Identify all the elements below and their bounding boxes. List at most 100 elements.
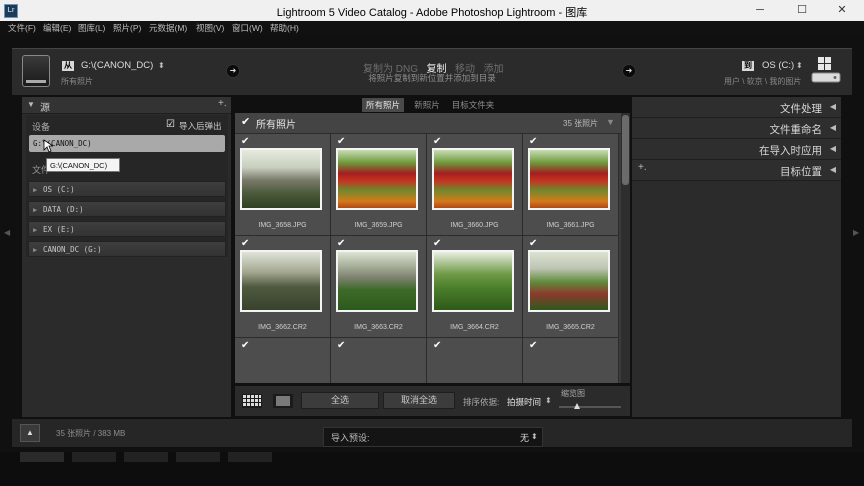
eject-checkbox[interactable]: ☑ bbox=[166, 119, 175, 130]
add-folder-icon[interactable]: +. bbox=[638, 162, 647, 173]
filmstrip-thumbnail[interactable] bbox=[176, 452, 220, 462]
source-panel-header[interactable]: ▼ 源 +. bbox=[22, 97, 231, 114]
photo-thumbnail bbox=[240, 148, 322, 210]
select-all-checkbox[interactable]: ✔ bbox=[241, 115, 250, 128]
left-panel-toggle-icon[interactable]: ◀ bbox=[4, 228, 10, 237]
photo-checkbox-icon[interactable]: ✔ bbox=[529, 340, 537, 351]
filmstrip-thumbnail[interactable] bbox=[228, 452, 272, 462]
photo-cell[interactable]: ✔ IMG_3663.CR2 bbox=[331, 236, 427, 338]
device-tooltip: G:\(CANON_DC) bbox=[46, 158, 120, 172]
sort-dropdown[interactable]: 拍摄时间 bbox=[507, 396, 541, 408]
grid-scrollbar[interactable] bbox=[621, 113, 630, 383]
slider-handle-icon[interactable] bbox=[574, 403, 580, 409]
eject-after-import-label: 导入后弹出 bbox=[179, 121, 222, 131]
file-handling-panel[interactable]: 文件处理 ◀ bbox=[632, 97, 841, 118]
drive-label: DATA (D:) bbox=[43, 205, 84, 214]
photo-checkbox-icon[interactable]: ✔ bbox=[529, 238, 537, 249]
tab-new-photos[interactable]: 新照片 bbox=[410, 98, 444, 112]
destination-panel[interactable]: +. 目标位置 ◀ bbox=[632, 160, 841, 181]
add-source-button[interactable]: +. bbox=[218, 98, 227, 109]
selected-device-row[interactable]: G:\(CANON_DC) bbox=[29, 135, 225, 152]
source-dropdown-icon[interactable]: ⬍ bbox=[158, 61, 165, 70]
menu-library[interactable]: 图库(L) bbox=[78, 22, 105, 34]
drive-row-ex[interactable]: ▶ EX (E:) bbox=[28, 221, 226, 237]
photo-filename: IMG_3663.CR2 bbox=[354, 324, 403, 331]
menu-edit[interactable]: 编辑(E) bbox=[43, 22, 71, 34]
grid-view-icon[interactable] bbox=[242, 394, 262, 408]
photo-cell[interactable]: ✔ IMG_3662.CR2 bbox=[235, 236, 331, 338]
import-preset-label: 导入预设: bbox=[331, 433, 370, 443]
menu-view[interactable]: 视图(V) bbox=[196, 22, 224, 34]
grid-options-icon[interactable]: ▼ bbox=[606, 117, 615, 127]
photo-checkbox-icon[interactable]: ✔ bbox=[433, 340, 441, 351]
expand-up-icon[interactable]: ▲ bbox=[20, 424, 40, 442]
photo-checkbox-icon[interactable]: ✔ bbox=[433, 136, 441, 147]
photo-cell[interactable]: ✔ IMG_3664.CR2 bbox=[427, 236, 523, 338]
photo-cell[interactable]: ✔ IMG_3660.JPG bbox=[427, 134, 523, 236]
photo-filename: IMG_3661.JPG bbox=[546, 222, 595, 229]
deselect-all-button[interactable]: 取消全选 bbox=[383, 392, 455, 409]
view-tabs: 所有照片 新照片 目标文件夹 bbox=[362, 98, 498, 112]
maximize-button[interactable]: ☐ bbox=[782, 1, 822, 19]
destination-selector[interactable]: OS (C:) bbox=[762, 60, 794, 71]
photo-checkbox-icon[interactable]: ✔ bbox=[337, 238, 345, 249]
filmstrip-thumbnail[interactable] bbox=[20, 452, 64, 462]
menu-metadata[interactable]: 元数据(M) bbox=[149, 22, 187, 34]
scrollbar-thumb[interactable] bbox=[622, 115, 629, 185]
menu-photo[interactable]: 照片(P) bbox=[113, 22, 141, 34]
drive-row-os[interactable]: ▶ OS (C:) bbox=[28, 181, 226, 197]
right-panel: 文件处理 ◀ 文件重命名 ◀ 在导入时应用 ◀ +. 目标位置 ◀ bbox=[632, 97, 841, 417]
panel-title: 文件处理 bbox=[780, 103, 822, 115]
photo-cell[interactable]: ✔ bbox=[235, 338, 331, 383]
select-all-button[interactable]: 全选 bbox=[301, 392, 379, 409]
menu-file[interactable]: 文件(F) bbox=[8, 22, 36, 34]
filmstrip-thumbnail[interactable] bbox=[72, 452, 116, 462]
photo-cell[interactable]: ✔ IMG_3659.JPG bbox=[331, 134, 427, 236]
photo-cell[interactable]: ✔ bbox=[523, 338, 619, 383]
minimize-button[interactable]: ─ bbox=[740, 1, 780, 19]
mouse-cursor-icon bbox=[43, 139, 53, 153]
photo-cell[interactable]: ✔ IMG_3661.JPG bbox=[523, 134, 619, 236]
expand-triangle-icon: ▶ bbox=[33, 186, 38, 194]
panel-title: 在导入时应用 bbox=[759, 145, 822, 157]
filmstrip-thumbnail[interactable] bbox=[124, 452, 168, 462]
photo-checkbox-icon[interactable]: ✔ bbox=[529, 136, 537, 147]
thumbnail-size-slider[interactable] bbox=[559, 406, 621, 408]
photo-checkbox-icon[interactable]: ✔ bbox=[241, 238, 249, 249]
from-badge: 从 bbox=[62, 61, 74, 71]
photo-checkbox-icon[interactable]: ✔ bbox=[241, 136, 249, 147]
photo-cell[interactable]: ✔ IMG_3658.JPG bbox=[235, 134, 331, 236]
photo-cell[interactable]: ✔ bbox=[331, 338, 427, 383]
loupe-view-icon[interactable] bbox=[273, 394, 293, 408]
file-renaming-panel[interactable]: 文件重命名 ◀ bbox=[632, 118, 841, 139]
collapsed-triangle-icon: ◀ bbox=[829, 123, 836, 132]
destination-dropdown-icon[interactable]: ⬍ bbox=[796, 61, 803, 70]
preset-dropdown-icon[interactable]: ⬍ bbox=[531, 432, 538, 441]
sort-dropdown-icon[interactable]: ⬍ bbox=[545, 396, 552, 405]
apply-during-import-panel[interactable]: 在导入时应用 ◀ bbox=[632, 139, 841, 160]
import-preset-dropdown[interactable]: 无 bbox=[520, 431, 529, 444]
tab-all-photos[interactable]: 所有照片 bbox=[362, 98, 404, 112]
photo-thumbnail bbox=[432, 148, 514, 210]
drive-label: EX (E:) bbox=[43, 225, 75, 234]
devices-label: 设备 bbox=[32, 122, 51, 132]
menu-help[interactable]: 帮助(H) bbox=[270, 22, 299, 34]
right-panel-toggle-icon[interactable]: ▶ bbox=[853, 228, 859, 237]
source-selector[interactable]: G:\(CANON_DC) bbox=[81, 60, 153, 71]
close-button[interactable]: ✕ bbox=[822, 1, 862, 19]
sort-label: 排序依据: bbox=[463, 397, 500, 407]
photo-checkbox-icon[interactable]: ✔ bbox=[241, 340, 249, 351]
photo-cell[interactable]: ✔ IMG_3665.CR2 bbox=[523, 236, 619, 338]
photo-checkbox-icon[interactable]: ✔ bbox=[433, 238, 441, 249]
drive-row-canon[interactable]: ▶ CANON_DC (G:) bbox=[28, 241, 226, 257]
photo-filename: IMG_3664.CR2 bbox=[450, 324, 499, 331]
menu-window[interactable]: 窗口(W) bbox=[232, 22, 263, 34]
photo-checkbox-icon[interactable]: ✔ bbox=[337, 136, 345, 147]
tab-destination-folders[interactable]: 目标文件夹 bbox=[448, 98, 498, 112]
filmstrip-area bbox=[0, 452, 864, 486]
photo-cell[interactable]: ✔ bbox=[427, 338, 523, 383]
photo-filename: IMG_3662.CR2 bbox=[258, 324, 307, 331]
photo-checkbox-icon[interactable]: ✔ bbox=[337, 340, 345, 351]
drive-row-data[interactable]: ▶ DATA (D:) bbox=[28, 201, 226, 217]
import-summary: 35 张照片 / 383 MB bbox=[56, 429, 126, 438]
